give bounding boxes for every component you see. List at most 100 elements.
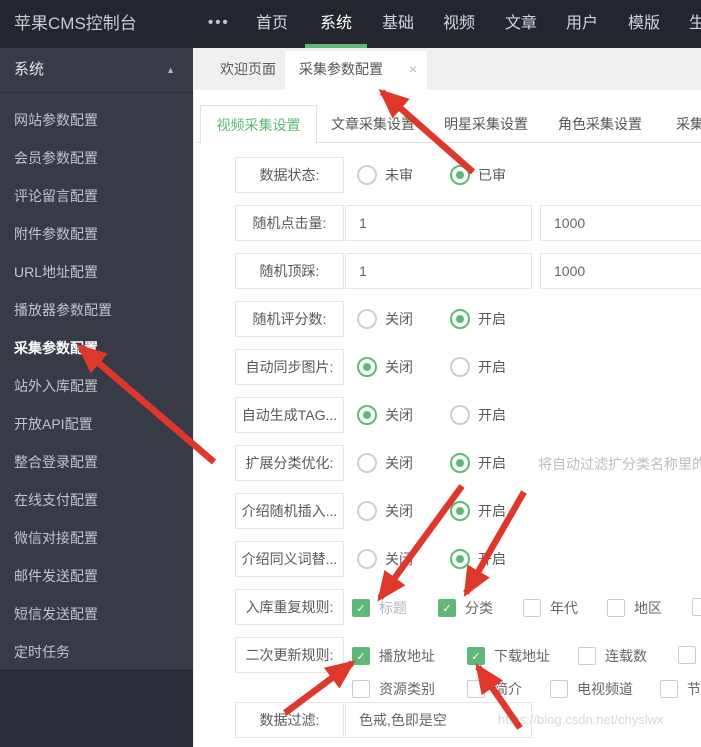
subtab-2[interactable]: 文章采集设置 [331, 105, 415, 143]
sidebar-item-15[interactable]: 定时任务 [0, 633, 193, 671]
sidebar-item-6[interactable]: 播放器参数配置 [0, 291, 193, 329]
checkbox-unchecked [607, 599, 625, 617]
form-label-6: 自动生成TAG... [235, 397, 344, 433]
form-label-12: 数据过滤: [235, 702, 344, 738]
checkbox-option2-11-2[interactable]: 简介 [467, 679, 522, 699]
tab-collect-config[interactable]: 采集参数配置 × [285, 51, 427, 90]
checkbox-label: 资源类别 [379, 681, 435, 697]
form-label-7: 扩展分类优化: [235, 445, 344, 481]
close-icon[interactable]: × [409, 51, 417, 90]
radio-option-4-1[interactable]: 关闭 [357, 309, 413, 329]
radio-unchecked [357, 453, 377, 473]
chevron-up-icon: ▲ [166, 65, 175, 75]
radio-unchecked [357, 165, 377, 185]
topnav-item-8[interactable]: 生 [689, 0, 701, 48]
checkbox-checked: ✓ [352, 599, 370, 617]
sidebar-item-13[interactable]: 邮件发送配置 [0, 557, 193, 595]
sidebar-item-1[interactable]: 网站参数配置 [0, 101, 193, 139]
sidebar-item-14[interactable]: 短信发送配置 [0, 595, 193, 633]
menu-dots-icon[interactable]: ••• [208, 0, 230, 46]
checkbox-option-10-1[interactable]: ✓ 标题 [352, 598, 407, 618]
subtab-3[interactable]: 明星采集设置 [444, 105, 528, 143]
form-label-5: 自动同步图片: [235, 349, 344, 385]
radio-option-4-2[interactable]: 开启 [450, 309, 506, 329]
subtab-video-collect[interactable]: 视频采集设置 [200, 105, 317, 144]
checkbox-option-11-2[interactable]: ✓ 下载地址 [467, 646, 550, 666]
checkbox-unchecked [550, 680, 568, 698]
checkbox-option-10-5[interactable] [692, 598, 701, 616]
radio-option-8-1[interactable]: 关闭 [357, 501, 413, 521]
radio-option-5-2[interactable]: 开启 [450, 357, 506, 377]
radio-unchecked [357, 549, 377, 569]
subtab-4[interactable]: 角色采集设置 [558, 105, 642, 143]
form-input-2-2[interactable]: 1000 [540, 205, 701, 241]
radio-label: 关闭 [385, 551, 413, 567]
tab-welcome[interactable]: 欢迎页面 [220, 48, 276, 90]
form-input-2-1[interactable]: 1 [345, 205, 532, 241]
topnav-item-4[interactable]: 视频 [443, 0, 475, 48]
sidebar-item-8[interactable]: 站外入库配置 [0, 367, 193, 405]
checkbox-option-11-1[interactable]: ✓ 播放地址 [352, 646, 435, 666]
checkbox-unchecked [692, 598, 701, 616]
sidebar-item-3[interactable]: 评论留言配置 [0, 177, 193, 215]
radio-label: 关闭 [385, 407, 413, 423]
form-label-10: 入库重复规则: [235, 589, 344, 625]
topnav-item-2[interactable]: 系统 [320, 0, 352, 48]
sidebar: 系统 ▲ 网站参数配置 会员参数配置 评论留言配置 附件参数配置 URL地址配置 播放器参… [0, 48, 193, 747]
radio-option-1-2[interactable]: 已审 [450, 165, 506, 185]
sidebar-item-10[interactable]: 整合登录配置 [0, 443, 193, 481]
radio-label: 开启 [478, 503, 506, 519]
sidebar-item-7[interactable]: 采集参数配置 [0, 329, 193, 367]
app-logo: 苹果CMS控制台 [14, 14, 137, 33]
checkbox-option-10-3[interactable]: 年代 [523, 598, 578, 618]
radio-checked [450, 453, 470, 473]
checkbox-label: 简介 [494, 681, 522, 697]
topnav-item-1[interactable]: 首页 [256, 0, 288, 48]
radio-option-9-2[interactable]: 开启 [450, 549, 506, 569]
checkbox-label: 年代 [550, 600, 578, 616]
radio-checked [450, 165, 470, 185]
sidebar-item-4[interactable]: 附件参数配置 [0, 215, 193, 253]
sidebar-item-9[interactable]: 开放API配置 [0, 405, 193, 443]
topnav-item-6[interactable]: 用户 [566, 0, 598, 48]
checkbox-label: 标题 [379, 600, 407, 616]
radio-option-6-1[interactable]: 关闭 [357, 405, 413, 425]
sidebar-item-12[interactable]: 微信对接配置 [0, 519, 193, 557]
sidebar-item-2[interactable]: 会员参数配置 [0, 139, 193, 177]
radio-unchecked [357, 501, 377, 521]
checkbox-label: 电视频道 [577, 681, 633, 697]
checkbox-option-10-2[interactable]: ✓ 分类 [438, 598, 493, 618]
checkbox-label: 地区 [634, 600, 662, 616]
checkbox-unchecked [660, 680, 678, 698]
radio-checked [450, 309, 470, 329]
radio-option-7-2[interactable]: 开启 [450, 453, 506, 473]
radio-option-6-2[interactable]: 开启 [450, 405, 506, 425]
sidebar-item-11[interactable]: 在线支付配置 [0, 481, 193, 519]
checkbox-option2-11-4[interactable]: 节 [660, 679, 701, 699]
checkbox-option2-11-3[interactable]: 电视频道 [550, 679, 633, 699]
form-input-3-1[interactable]: 1 [345, 253, 532, 289]
radio-label: 开启 [478, 455, 506, 471]
checkbox-unchecked [523, 599, 541, 617]
form-input-3-2[interactable]: 1000 [540, 253, 701, 289]
radio-label: 关闭 [385, 455, 413, 471]
radio-label: 关闭 [385, 359, 413, 375]
radio-option-7-1[interactable]: 关闭 [357, 453, 413, 473]
radio-option-5-1[interactable]: 关闭 [357, 357, 413, 377]
sidebar-group-system[interactable]: 系统 ▲ [0, 48, 193, 93]
radio-option-8-2[interactable]: 开启 [450, 501, 506, 521]
checkbox-option-10-4[interactable]: 地区 [607, 598, 662, 618]
checkbox-option2-11-1[interactable]: 资源类别 [352, 679, 435, 699]
topnav-item-5[interactable]: 文章 [505, 0, 537, 48]
checkbox-option-11-4[interactable] [678, 646, 696, 664]
sidebar-item-5[interactable]: URL地址配置 [0, 253, 193, 291]
radio-option-9-1[interactable]: 关闭 [357, 549, 413, 569]
topnav-item-3[interactable]: 基础 [382, 0, 414, 48]
topnav-item-7[interactable]: 模版 [628, 0, 660, 48]
radio-option-1-1[interactable]: 未审 [357, 165, 413, 185]
form-note: 将自动过滤扩分类名称里的 [538, 456, 701, 472]
radio-label: 未审 [385, 167, 413, 183]
radio-checked [450, 501, 470, 521]
subtab-5[interactable]: 采集 [676, 105, 701, 143]
checkbox-option-11-3[interactable]: 连载数 [578, 646, 647, 666]
